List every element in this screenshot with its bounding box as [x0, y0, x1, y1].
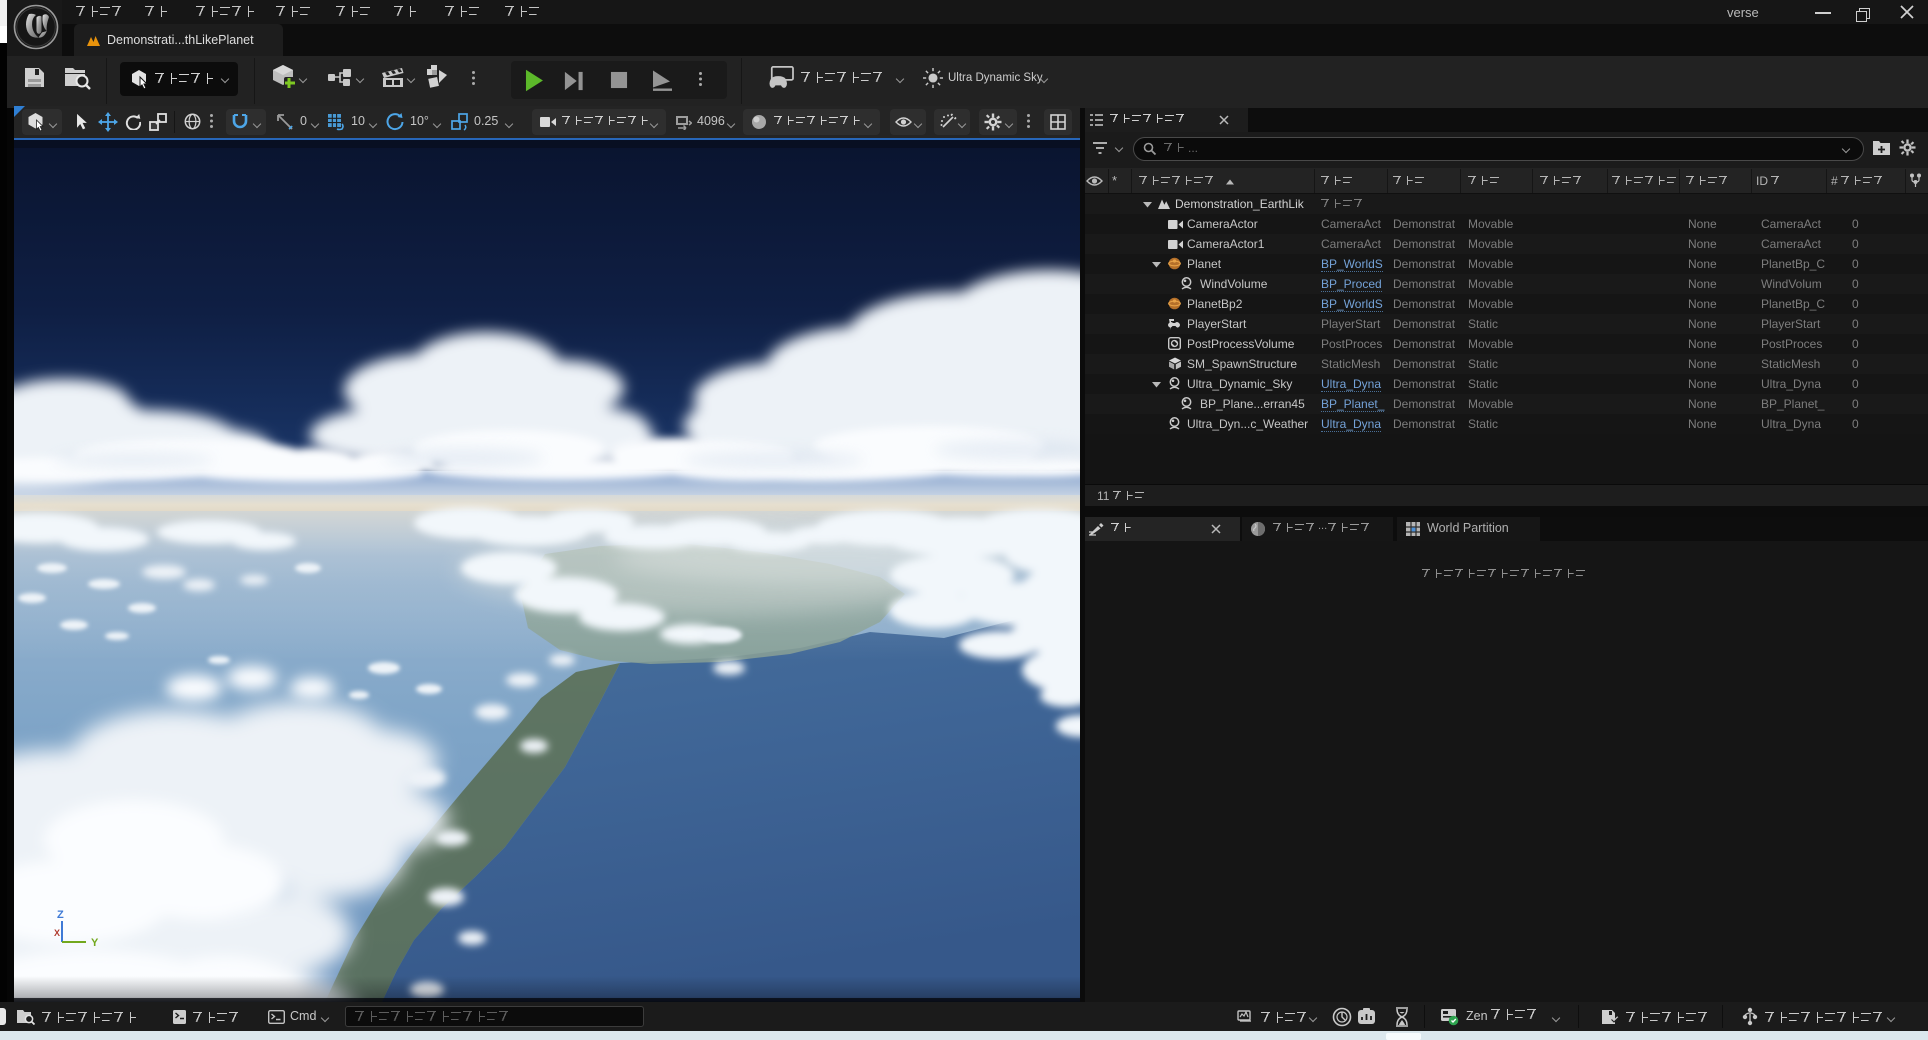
svg-text:Y: Y: [91, 937, 99, 949]
svg-text:Z: Z: [57, 909, 64, 921]
svg-text:X: X: [54, 928, 60, 938]
